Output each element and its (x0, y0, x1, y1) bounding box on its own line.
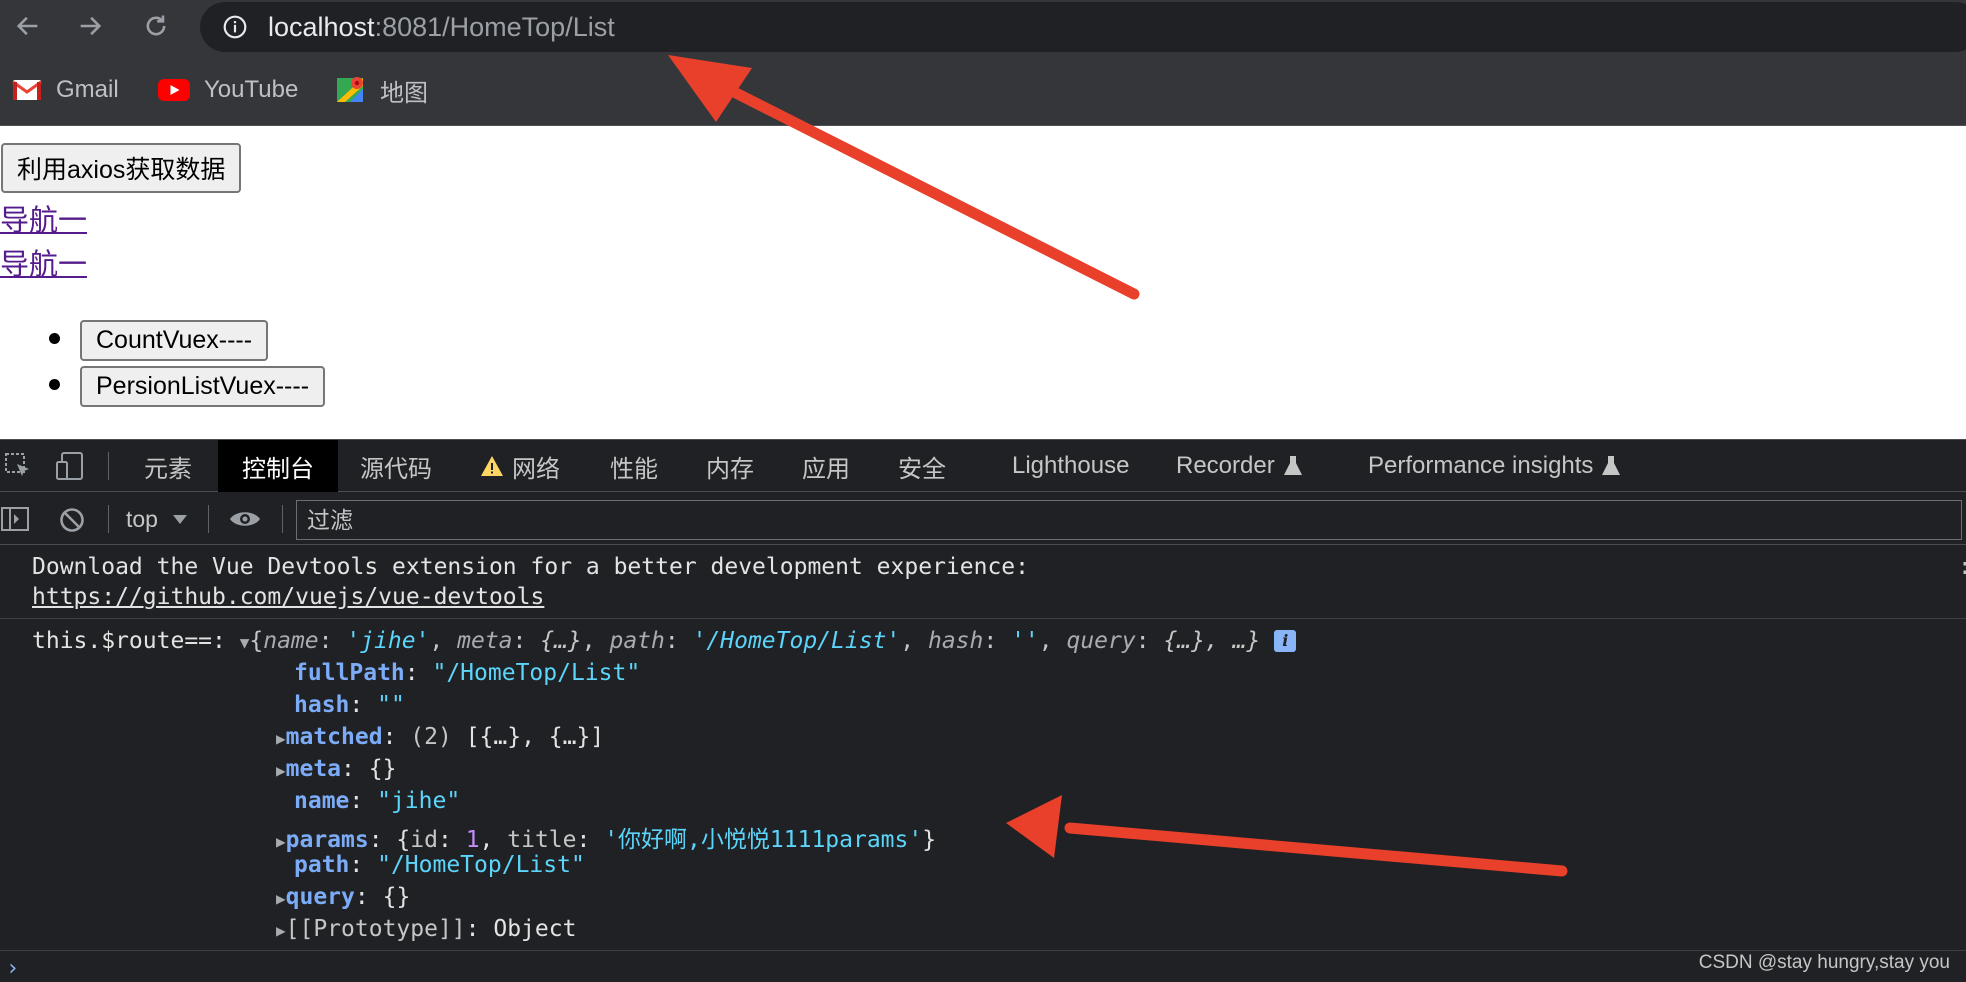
toolbar-divider (108, 452, 109, 480)
prop-hash: hash: "" (294, 692, 405, 718)
devtools-panel: 元素 控制台 源代码 网络 性能 内存 应用 安全 Lighthouse Rec… (0, 439, 1966, 982)
prop-query[interactable]: ▶query: {} (276, 884, 410, 910)
prop-name: name: "jihe" (294, 788, 461, 814)
prop-fullpath: fullPath: "/HomeTop/List" (294, 660, 641, 686)
console-row-divider (0, 618, 1966, 619)
back-button[interactable] (8, 6, 48, 46)
live-expression-eye-icon[interactable] (228, 507, 262, 531)
prop-prototype[interactable]: ▶[[Prototype]]: Object (276, 916, 576, 942)
tab-console[interactable]: 控制台 (218, 440, 338, 492)
flask-icon (1602, 456, 1621, 475)
tab-recorder-label: Recorder (1176, 452, 1275, 479)
context-selector[interactable]: top (126, 503, 188, 535)
source-link-truncated[interactable]: : (1958, 554, 1966, 580)
tab-sources[interactable]: 源代码 (346, 440, 446, 492)
console-prompt-icon[interactable]: › (6, 956, 19, 981)
context-label: top (126, 505, 158, 532)
console-message-text: Download the Vue Devtools extension for … (32, 554, 1029, 580)
tab-performance-insights-label: Performance insights (1368, 452, 1594, 479)
prop-meta[interactable]: ▶meta: {} (276, 756, 396, 782)
list-bullet (49, 333, 60, 344)
expand-triangle-icon[interactable]: ▶ (276, 921, 286, 940)
site-info-icon[interactable] (222, 14, 248, 40)
toolbar-divider (208, 505, 209, 533)
warning-icon (481, 456, 503, 476)
flask-icon (1283, 456, 1302, 475)
console-filter-input[interactable]: 过滤 (296, 500, 1962, 540)
forward-button[interactable] (70, 6, 110, 46)
prop-matched[interactable]: ▶matched: (2) [{…}, {…}] (276, 724, 604, 750)
bookmark-youtube[interactable]: YouTube (158, 74, 298, 106)
bookmark-gmail[interactable]: Gmail (12, 74, 119, 106)
youtube-icon (158, 79, 190, 101)
info-icon[interactable]: i (1274, 630, 1297, 652)
clear-console-icon[interactable] (58, 506, 86, 534)
url-host: localhost (268, 12, 375, 42)
reload-icon (146, 15, 166, 36)
tab-network[interactable]: 网络 (466, 440, 574, 492)
device-toolbar-icon[interactable] (54, 450, 86, 482)
address-bar[interactable]: localhost:8081/HomeTop/List (200, 2, 1966, 52)
tab-memory[interactable]: 内存 (692, 440, 768, 492)
tab-lighthouse[interactable]: Lighthouse (998, 440, 1143, 492)
tab-network-label: 网络 (512, 455, 560, 483)
watermark: CSDN @stay hungry,stay you (1698, 952, 1950, 973)
page-content: 利用axios获取数据 导航一 导航一 CountVuex---- Persio… (0, 127, 1966, 439)
gmail-icon (12, 80, 42, 100)
tab-performance[interactable]: 性能 (596, 440, 672, 492)
tab-application[interactable]: 应用 (788, 440, 864, 492)
console-row-divider (0, 950, 1966, 951)
back-arrow-icon (16, 16, 38, 36)
expand-triangle-icon[interactable]: ▶ (276, 832, 286, 851)
bookmark-label: YouTube (204, 76, 299, 103)
forward-arrow-icon (80, 16, 102, 36)
persion-list-vuex-button[interactable]: PersionListVuex---- (80, 366, 326, 407)
nav-link-2[interactable]: 导航一 (0, 241, 87, 283)
tab-recorder[interactable]: Recorder (1162, 440, 1317, 492)
tab-performance-insights[interactable]: Performance insights (1354, 440, 1635, 492)
log-prefix: this.$route==: (32, 628, 226, 654)
reload-button[interactable] (136, 6, 176, 46)
console-output: Download the Vue Devtools extension for … (0, 546, 1966, 982)
sidebar-toggle-icon[interactable] (0, 505, 30, 533)
toolbar-divider (282, 505, 283, 533)
nav-link-1[interactable]: 导航一 (0, 197, 87, 239)
tab-elements[interactable]: 元素 (122, 440, 214, 492)
list-bullet (49, 379, 60, 390)
count-vuex-button[interactable]: CountVuex---- (80, 320, 269, 361)
vue-devtools-link[interactable]: https://github.com/vuejs/vue-devtools (32, 584, 544, 610)
prop-path: path: "/HomeTop/List" (294, 852, 585, 878)
toolbar-divider (108, 505, 109, 533)
devtools-tab-bar: 元素 控制台 源代码 网络 性能 内存 应用 安全 Lighthouse Rec… (0, 440, 1966, 492)
navigation-row: localhost:8081/HomeTop/List (0, 0, 1966, 52)
fetch-data-button[interactable]: 利用axios获取数据 (1, 143, 242, 193)
route-log-line[interactable]: this.$route==: ▼{name: 'jihe', meta: {…}… (32, 628, 1297, 654)
expand-triangle-icon[interactable]: ▶ (276, 761, 286, 780)
console-toolbar: top 过滤 (0, 493, 1966, 545)
dropdown-arrow-icon (172, 515, 187, 524)
bookmark-maps[interactable]: 地图 (336, 74, 428, 107)
bookmark-label: 地图 (380, 79, 428, 107)
url-path: :8081/HomeTop/List (374, 12, 615, 42)
expand-triangle-icon[interactable]: ▼ (240, 633, 250, 652)
expand-triangle-icon[interactable]: ▶ (276, 889, 286, 908)
maps-icon (337, 77, 363, 102)
prop-params[interactable]: ▶params: {id: 1, title: '你好啊,小悦悦1111para… (276, 820, 936, 854)
bookmarks-bar: Gmail YouTube 地图 (0, 64, 1966, 116)
inspect-element-icon[interactable] (4, 452, 32, 480)
expand-triangle-icon[interactable]: ▶ (276, 729, 286, 748)
url-text: localhost:8081/HomeTop/List (268, 12, 615, 43)
tab-security[interactable]: 安全 (884, 440, 960, 492)
bookmark-label: Gmail (56, 76, 119, 103)
browser-chrome: localhost:8081/HomeTop/List Gmail YouTub… (0, 0, 1966, 126)
